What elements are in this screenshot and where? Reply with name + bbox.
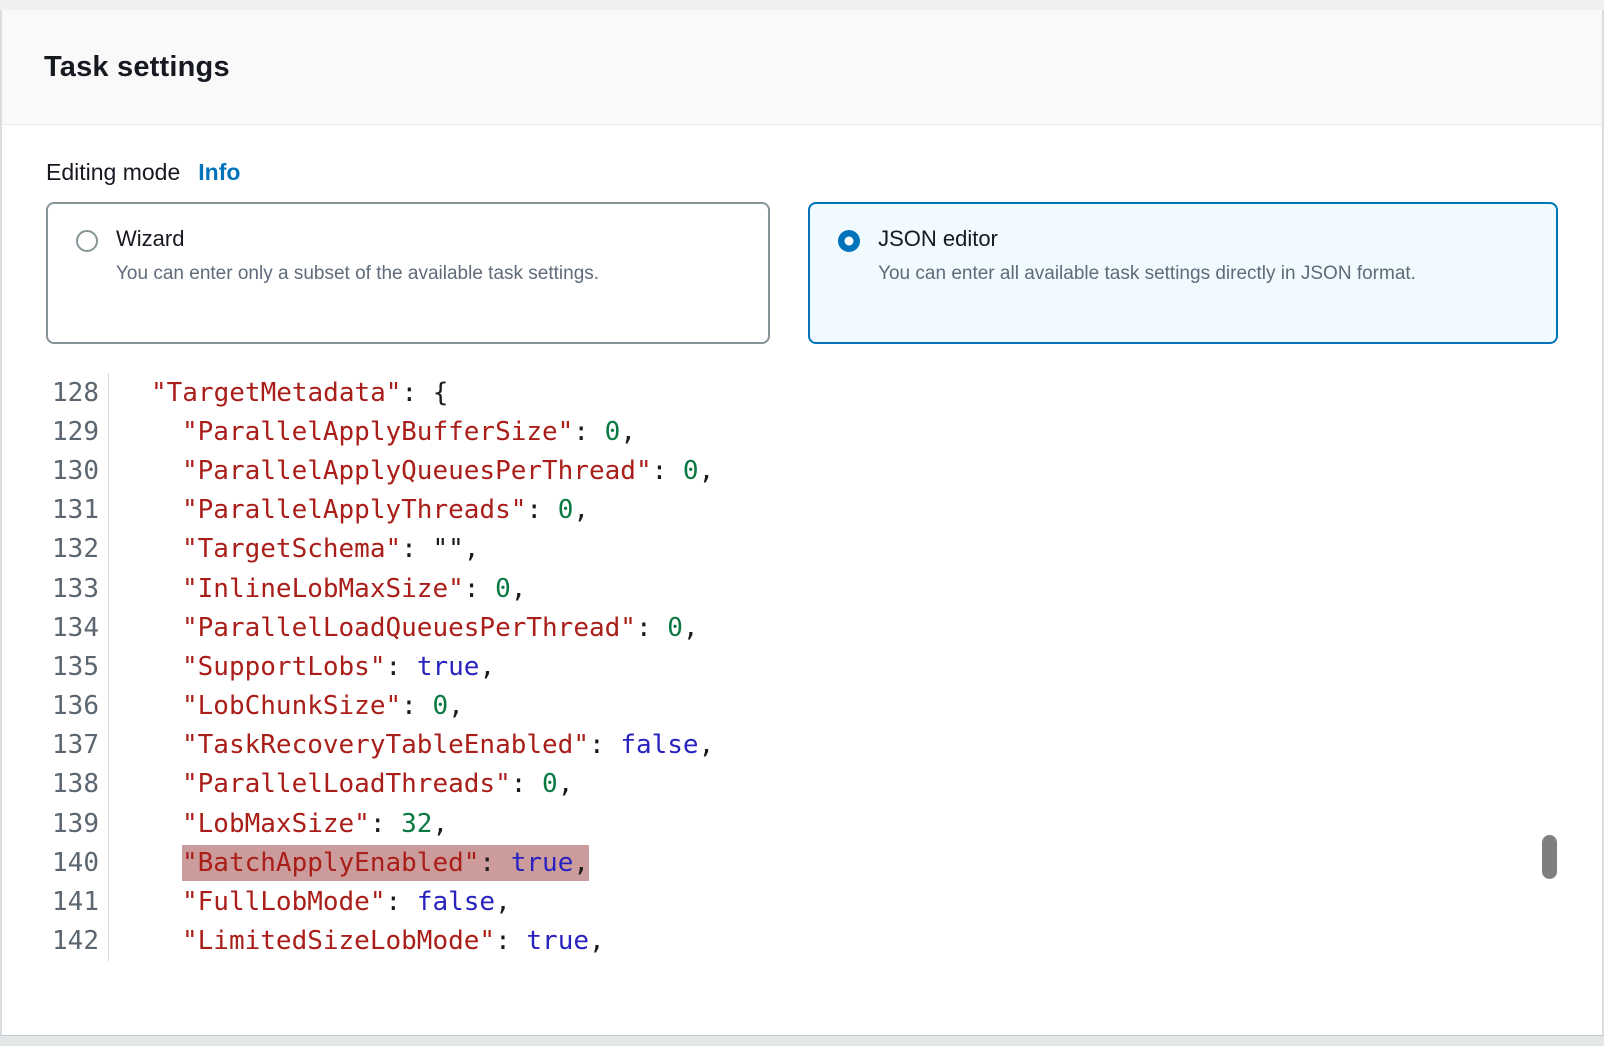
line-number: 142 — [2, 922, 109, 961]
json-code-editor[interactable]: 128"TargetMetadata": {129"ParallelApplyB… — [2, 373, 1602, 961]
editing-mode-tiles: Wizard You can enter only a subset of th… — [46, 202, 1558, 344]
code-line[interactable]: 134"ParallelLoadQueuesPerThread": 0, — [2, 608, 1602, 647]
tile-wizard[interactable]: Wizard You can enter only a subset of th… — [46, 202, 770, 344]
line-number: 133 — [2, 569, 109, 608]
task-settings-panel: Task settings Editing mode Info Wizard Y… — [0, 10, 1604, 1035]
line-number: 131 — [2, 491, 109, 530]
tile-json-editor[interactable]: JSON editor You can enter all available … — [808, 202, 1558, 344]
editing-mode-row: Editing mode Info — [46, 159, 1558, 186]
page-bottom-strip — [0, 1035, 1604, 1046]
panel-title: Task settings — [44, 51, 230, 84]
panel-header: Task settings — [2, 10, 1602, 125]
tile-wizard-title: Wizard — [116, 226, 599, 252]
code-line[interactable]: 132"TargetSchema": "", — [2, 530, 1602, 569]
panel-content: Editing mode Info Wizard You can enter o… — [2, 159, 1602, 961]
editor-scrollbar-thumb[interactable] — [1542, 835, 1557, 879]
tile-wizard-description: You can enter only a subset of the avail… — [116, 259, 599, 288]
code-line[interactable]: 129"ParallelApplyBufferSize": 0, — [2, 412, 1602, 451]
code-line[interactable]: 133"InlineLobMaxSize": 0, — [2, 569, 1602, 608]
tile-json-editor-description: You can enter all available task setting… — [878, 259, 1416, 288]
code-line[interactable]: 140 "BatchApplyEnabled": true, — [2, 843, 1602, 882]
tile-wizard-text: Wizard You can enter only a subset of th… — [116, 226, 599, 320]
editing-mode-label: Editing mode — [46, 159, 180, 186]
tile-json-editor-title: JSON editor — [878, 226, 1416, 252]
page-top-strip — [0, 0, 1604, 10]
line-number: 139 — [2, 804, 109, 843]
line-number: 132 — [2, 530, 109, 569]
code-line[interactable]: 137"TaskRecoveryTableEnabled": false, — [2, 726, 1602, 765]
code-line[interactable]: 128"TargetMetadata": { — [2, 373, 1602, 412]
radio-unselected-icon[interactable] — [76, 230, 98, 252]
line-number: 136 — [2, 687, 109, 726]
code-line[interactable]: 135"SupportLobs": true, — [2, 647, 1602, 686]
line-number: 138 — [2, 765, 109, 804]
line-number: 129 — [2, 412, 109, 451]
line-number: 141 — [2, 882, 109, 921]
info-link[interactable]: Info — [198, 159, 240, 186]
code-line[interactable]: 142"LimitedSizeLobMode": true, — [2, 922, 1602, 961]
radio-selected-icon[interactable] — [838, 230, 860, 252]
line-number: 140 — [2, 843, 109, 882]
code-line[interactable]: 141"FullLobMode": false, — [2, 882, 1602, 921]
code-line[interactable]: 138"ParallelLoadThreads": 0, — [2, 765, 1602, 804]
code-line[interactable]: 139"LobMaxSize": 32, — [2, 804, 1602, 843]
line-number: 137 — [2, 726, 109, 765]
line-number: 135 — [2, 647, 109, 686]
code-line[interactable]: 136"LobChunkSize": 0, — [2, 687, 1602, 726]
code-line[interactable]: 130"ParallelApplyQueuesPerThread": 0, — [2, 451, 1602, 490]
tile-json-editor-text: JSON editor You can enter all available … — [878, 226, 1416, 320]
highlighted-token: "BatchApplyEnabled": true, — [182, 845, 589, 881]
editor-lines: 128"TargetMetadata": {129"ParallelApplyB… — [2, 373, 1602, 961]
code-line[interactable]: 131"ParallelApplyThreads": 0, — [2, 491, 1602, 530]
line-number: 134 — [2, 608, 109, 647]
line-number: 128 — [2, 373, 109, 412]
line-number: 130 — [2, 451, 109, 490]
